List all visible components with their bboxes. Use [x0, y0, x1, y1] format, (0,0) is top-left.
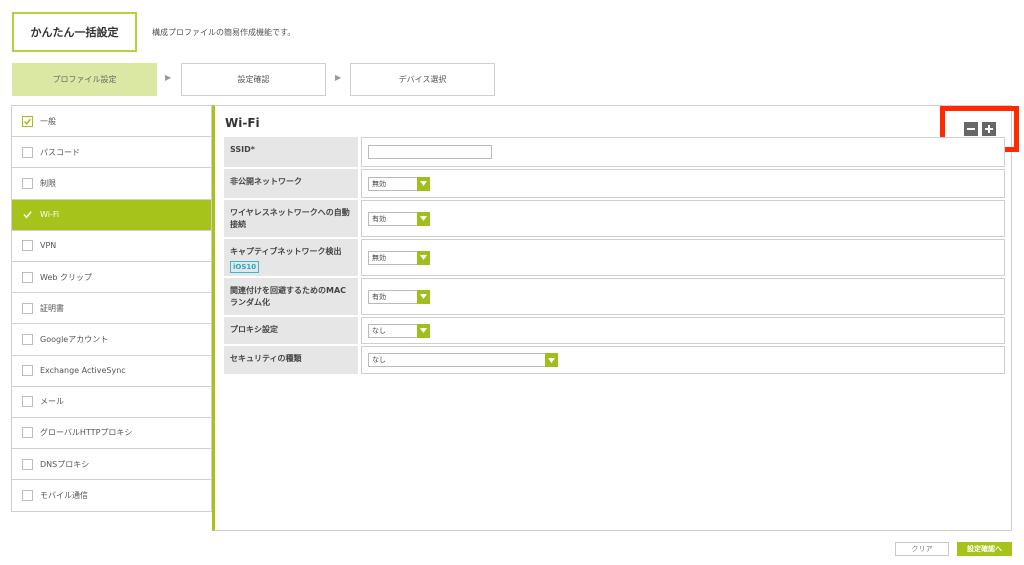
field-value-auto-join: 有効 — [361, 200, 1005, 237]
step-arrow-icon: ▶ — [335, 73, 342, 82]
sidebar-item-vpn[interactable]: VPN — [12, 231, 211, 262]
sidebar-item-wifi[interactable]: Wi-Fi — [12, 199, 211, 231]
proxy-select[interactable]: なし — [368, 323, 430, 338]
checkbox-icon[interactable] — [22, 365, 33, 377]
select-value: 無効 — [372, 253, 386, 262]
field-row-ssid: SSID* — [224, 137, 1005, 167]
sidebar-item-label: モバイル通信 — [40, 491, 88, 501]
dropdown-arrow-icon — [545, 353, 558, 367]
sidebar-item-label: Googleアカウント — [40, 334, 109, 344]
ssid-input[interactable] — [368, 145, 492, 159]
field-value-captive: 無効 — [361, 239, 1005, 276]
checkbox-icon[interactable] — [22, 333, 33, 345]
dropdown-arrow-icon — [417, 211, 430, 226]
dropdown-arrow-icon — [417, 323, 430, 338]
field-row-auto-join: ワイヤレスネットワークへの自動接続 有効 — [224, 200, 1005, 237]
checkbox-icon[interactable] — [22, 396, 33, 408]
sidebar-item-google-account[interactable]: Googleアカウント — [12, 324, 211, 356]
select-value: 有効 — [372, 214, 386, 223]
checkbox-icon[interactable] — [22, 240, 33, 252]
field-label-captive: キャプティブネットワーク検出 iOS10 — [224, 239, 358, 276]
sidebar-item-label: 証明書 — [40, 303, 64, 313]
field-value-security: なし — [361, 346, 1005, 374]
select-value: なし — [372, 356, 386, 364]
auto-join-select[interactable]: 有効 — [368, 211, 430, 226]
sidebar-item-restrictions[interactable]: 制限 — [12, 168, 211, 200]
step-confirm-settings[interactable]: 設定確認 — [181, 63, 326, 96]
sidebar-item-label: 制限 — [40, 178, 56, 188]
sidebar-item-passcode[interactable]: パスコード — [12, 137, 211, 169]
dropdown-arrow-icon — [417, 176, 430, 191]
field-value-ssid — [361, 137, 1005, 167]
step-profile-settings[interactable]: プロファイル設定 — [12, 63, 157, 96]
checkbox-icon[interactable] — [22, 427, 33, 439]
field-value-mac-random: 有効 — [361, 278, 1005, 315]
profile-sidebar: 一般 パスコード 制限 Wi-Fi VPN Web クリップ 証明書 Googl… — [11, 105, 212, 512]
checkbox-checked-icon[interactable] — [22, 115, 33, 127]
page-title: かんたん一括設定 — [12, 12, 137, 52]
field-label-auto-join: ワイヤレスネットワークへの自動接続 — [224, 200, 358, 237]
select-value: 無効 — [372, 179, 386, 188]
sidebar-item-label: パスコード — [40, 147, 80, 157]
field-row-security: セキュリティの種類 なし — [224, 346, 1005, 374]
sidebar-item-global-http-proxy[interactable]: グローバルHTTPプロキシ — [12, 418, 211, 450]
checkbox-icon[interactable] — [22, 177, 33, 189]
field-label-ssid: SSID* — [224, 137, 358, 167]
dropdown-arrow-icon — [417, 289, 430, 304]
sidebar-item-cellular[interactable]: モバイル通信 — [12, 480, 211, 511]
field-label-mac-random: 関連付けを回避するためのMACランダム化 — [224, 278, 358, 315]
sidebar-item-label: Exchange ActiveSync — [40, 366, 126, 376]
checkbox-icon[interactable] — [22, 146, 33, 158]
checkbox-icon[interactable] — [22, 302, 33, 314]
confirm-settings-button[interactable]: 設定確認へ — [957, 542, 1012, 556]
sidebar-item-label: 一般 — [40, 116, 56, 126]
hidden-network-select[interactable]: 無効 — [368, 176, 430, 191]
select-value: 有効 — [372, 292, 386, 301]
field-row-captive: キャプティブネットワーク検出 iOS10 無効 — [224, 239, 1005, 276]
section-title: Wi-Fi — [225, 116, 260, 130]
sidebar-item-label: DNSプロキシ — [40, 459, 90, 469]
security-select[interactable]: なし — [368, 353, 558, 367]
add-icon[interactable] — [981, 122, 996, 136]
page-description: 構成プロファイルの簡易作成機能です。 — [152, 28, 296, 37]
field-label-proxy: プロキシ設定 — [224, 317, 358, 344]
sidebar-item-exchange[interactable]: Exchange ActiveSync — [12, 356, 211, 387]
sidebar-item-mail[interactable]: メール — [12, 387, 211, 418]
sidebar-item-label: メール — [40, 397, 64, 407]
wifi-settings-panel: Wi-Fi SSID* 非公開ネットワーク 無効 ワイヤレスネットワークへの自動… — [212, 105, 1019, 531]
checkbox-icon[interactable] — [22, 458, 33, 470]
dropdown-arrow-icon — [417, 250, 430, 265]
field-label-text: キャプティブネットワーク検出 — [230, 247, 342, 256]
checkbox-icon[interactable] — [22, 490, 33, 502]
sidebar-item-certificate[interactable]: 証明書 — [12, 293, 211, 325]
sidebar-item-label: グローバルHTTPプロキシ — [40, 428, 133, 438]
step-device-select[interactable]: デバイス選択 — [350, 63, 495, 96]
sidebar-item-label: VPN — [40, 241, 57, 251]
sidebar-item-label: Web クリップ — [40, 272, 92, 282]
captive-select[interactable]: 無効 — [368, 250, 430, 265]
field-label-security: セキュリティの種類 — [224, 346, 358, 374]
sidebar-item-label: Wi-Fi — [40, 210, 60, 220]
field-row-mac-random: 関連付けを回避するためのMACランダム化 有効 — [224, 278, 1005, 315]
checkbox-icon[interactable] — [22, 271, 33, 283]
select-value: なし — [372, 326, 386, 335]
field-label-hidden-network: 非公開ネットワーク — [224, 169, 358, 198]
sidebar-item-web-clip[interactable]: Web クリップ — [12, 262, 211, 294]
remove-icon[interactable] — [963, 122, 978, 136]
ios-version-badge: iOS10 — [230, 260, 260, 273]
field-row-proxy: プロキシ設定 なし — [224, 317, 1005, 344]
sidebar-item-general[interactable]: 一般 — [12, 106, 211, 138]
field-row-hidden-network: 非公開ネットワーク 無効 — [224, 169, 1005, 198]
checkmark-icon[interactable] — [22, 209, 33, 220]
field-value-proxy: なし — [361, 317, 1005, 344]
mac-random-select[interactable]: 有効 — [368, 289, 430, 304]
step-arrow-icon: ▶ — [165, 73, 172, 82]
sidebar-item-dns-proxy[interactable]: DNSプロキシ — [12, 449, 211, 481]
field-value-hidden-network: 無効 — [361, 169, 1005, 198]
clear-button[interactable]: クリア — [895, 542, 949, 556]
